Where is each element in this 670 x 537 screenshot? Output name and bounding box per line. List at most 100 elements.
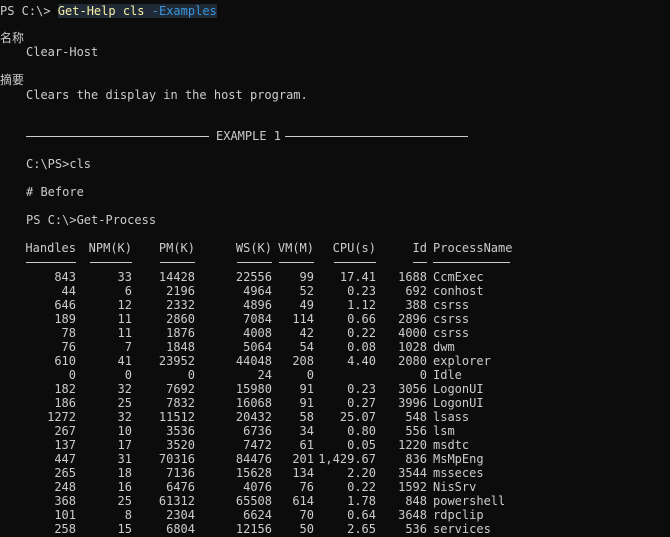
table-cell: 32 (117, 382, 132, 396)
table-cell: 1688 (398, 270, 427, 284)
table-cell: 23952 (158, 354, 195, 368)
table-cell: lsass (433, 410, 470, 424)
header-underline (413, 262, 427, 263)
table-cell: msdtc (433, 438, 470, 452)
table-cell: 11 (117, 312, 132, 326)
table-cell: 0.05 (347, 438, 376, 452)
table-cell: 8 (124, 508, 132, 522)
table-cell: 58 (299, 410, 314, 424)
table-cell: 258 (54, 522, 76, 536)
table-cell: csrss (433, 326, 470, 340)
table-cell: 7832 (166, 396, 195, 410)
table-cell: 15628 (235, 466, 272, 480)
header-vm: VM(M) (277, 241, 314, 255)
table-cell: 3056 (398, 382, 427, 396)
table-cell: 31 (117, 452, 132, 466)
table-cell: 2080 (398, 354, 427, 368)
table-cell: 14428 (158, 270, 195, 284)
table-cell: 91 (299, 382, 314, 396)
table-cell: 4008 (243, 326, 272, 340)
table-cell: 0 (124, 368, 132, 382)
table-cell: 3520 (166, 438, 195, 452)
example-rule-left (26, 136, 209, 137)
table-cell: 15 (117, 522, 132, 536)
table-cell: 12 (117, 298, 132, 312)
table-cell: 134 (292, 466, 314, 480)
table-cell: 34 (299, 424, 314, 438)
table-cell: 54 (299, 340, 314, 354)
table-cell: 11 (117, 326, 132, 340)
table-cell: 41 (117, 354, 132, 368)
command-name: Get-Help (57, 4, 116, 18)
table-cell: LogonUI (433, 382, 484, 396)
table-cell: 50 (299, 522, 314, 536)
table-cell: explorer (433, 354, 491, 368)
table-cell: 52 (299, 284, 314, 298)
table-cell: 201 (292, 452, 314, 466)
table-cell: dwm (433, 340, 455, 354)
table-cell: 2196 (166, 284, 195, 298)
table-cell: 3996 (398, 396, 427, 410)
table-cell: 6736 (243, 424, 272, 438)
table-cell: 6 (124, 284, 132, 298)
table-cell: 44048 (235, 354, 272, 368)
example-rule-right (285, 136, 468, 137)
table-cell: 6476 (166, 480, 195, 494)
header-underline (90, 262, 132, 263)
table-cell: 447 (54, 452, 76, 466)
header-underline (26, 262, 76, 263)
prompt-line: PS C:\> Get-Help cls -Examples (0, 4, 217, 18)
table-cell: 3648 (398, 508, 427, 522)
table-cell: csrss (433, 312, 470, 326)
table-cell: 137 (54, 438, 76, 452)
table-cell: 0.66 (347, 312, 376, 326)
table-cell: 646 (54, 298, 76, 312)
table-cell: 1,429.67 (318, 452, 376, 466)
table-cell: 265 (54, 466, 76, 480)
header-id: Id (412, 241, 427, 255)
header-processname: ProcessName (433, 241, 513, 255)
table-cell: 44 (61, 284, 76, 298)
header-ws: WS(K) (235, 241, 272, 255)
example-line-3: PS C:\>Get-Process (26, 213, 157, 227)
table-cell: 4076 (243, 480, 272, 494)
table-cell: 388 (405, 298, 427, 312)
table-cell: 11512 (158, 410, 195, 424)
table-cell: 4.40 (347, 354, 376, 368)
header-underline (237, 262, 272, 263)
command-argument: cls (122, 4, 145, 18)
table-cell: 267 (54, 424, 76, 438)
table-cell: 0.08 (347, 340, 376, 354)
table-cell: 0 (306, 368, 314, 382)
terminal-window[interactable]: PS C:\> Get-Help cls -Examples 名称 Clear-… (0, 0, 670, 537)
table-cell: 4000 (398, 326, 427, 340)
header-handles: Handles (25, 241, 76, 255)
table-cell: 614 (292, 494, 314, 508)
table-cell: 536 (405, 522, 427, 536)
table-cell: 6804 (166, 522, 195, 536)
table-cell: 1028 (398, 340, 427, 354)
table-cell: msseces (433, 466, 484, 480)
example-line-1: C:\PS>cls (26, 157, 92, 171)
table-cell: 7084 (243, 312, 272, 326)
table-cell: 1.78 (347, 494, 376, 508)
table-cell: 2.20 (347, 466, 376, 480)
table-cell: lsm (433, 424, 455, 438)
table-cell: 17 (117, 438, 132, 452)
table-cell: csrss (433, 298, 470, 312)
header-cpu: CPU(s) (332, 241, 376, 255)
table-cell: 182 (54, 382, 76, 396)
header-underline (279, 262, 314, 263)
table-cell: 4964 (243, 284, 272, 298)
header-npm: NPM(K) (88, 241, 132, 255)
table-cell: 1272 (47, 410, 76, 424)
table-cell: 18 (117, 466, 132, 480)
table-cell: 843 (54, 270, 76, 284)
table-cell: Idle (433, 368, 462, 382)
table-cell: 10 (117, 424, 132, 438)
table-cell: MsMpEng (433, 452, 484, 466)
header-underline (160, 262, 195, 263)
table-cell: 1592 (398, 480, 427, 494)
table-cell: 1.12 (347, 298, 376, 312)
table-cell: 6624 (243, 508, 272, 522)
